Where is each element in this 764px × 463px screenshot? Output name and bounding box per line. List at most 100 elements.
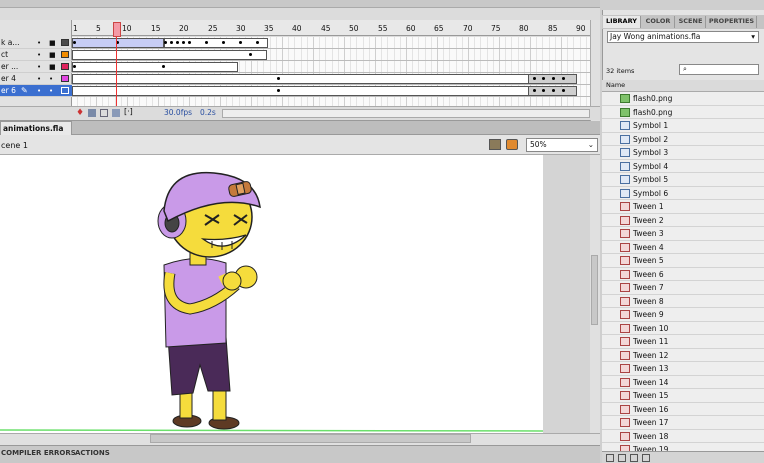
elapsed-time[interactable]: 0.2s <box>200 108 216 117</box>
stage[interactable] <box>0 155 543 433</box>
new-symbol-icon[interactable] <box>606 454 614 462</box>
keyframe[interactable] <box>542 89 545 92</box>
library-item[interactable]: Symbol 5 <box>602 173 764 187</box>
library-item[interactable]: Symbol 6 <box>602 186 764 200</box>
frame-markers-icon[interactable]: [·] <box>124 107 133 116</box>
library-item[interactable]: Tween 6 <box>602 267 764 281</box>
onion-outline-icon[interactable] <box>100 109 108 117</box>
keyframe[interactable] <box>176 41 179 44</box>
keyframe[interactable] <box>552 77 555 80</box>
layer-row[interactable]: ct • ■ <box>0 49 72 61</box>
library-item[interactable]: Tween 2 <box>602 213 764 227</box>
timeline-ruler[interactable]: 1 5 10 15 20 25 30 35 40 45 50 55 60 65 … <box>72 20 590 36</box>
keyframe[interactable] <box>533 77 536 80</box>
center-frame-icon[interactable]: ♦ <box>76 108 84 118</box>
library-item[interactable]: Tween 4 <box>602 240 764 254</box>
edit-symbols-icon[interactable] <box>506 139 518 150</box>
layer-color-swatch[interactable] <box>61 39 69 46</box>
layer-color-swatch[interactable] <box>61 87 69 94</box>
frame-row[interactable] <box>72 49 590 61</box>
library-item[interactable]: flash0.png <box>602 92 764 106</box>
layer-row[interactable]: k a... • ■ <box>0 37 72 49</box>
library-item[interactable]: Tween 11 <box>602 335 764 349</box>
frame-rate[interactable]: 30.0fps <box>164 108 192 117</box>
delete-icon[interactable] <box>642 454 650 462</box>
library-column-header[interactable]: Name <box>602 80 764 92</box>
tab-properties[interactable]: PROPERTIES <box>707 16 757 28</box>
edit-multiple-frames-icon[interactable] <box>112 109 120 117</box>
library-item[interactable]: Tween 13 <box>602 362 764 376</box>
edit-scene-icon[interactable] <box>489 139 501 150</box>
layer-row[interactable]: er ... • ■ <box>0 61 72 73</box>
keyframe[interactable] <box>162 65 165 68</box>
keyframe[interactable] <box>182 41 185 44</box>
actions-tab[interactable]: ACTIONS <box>75 446 110 461</box>
layer-color-swatch[interactable] <box>61 51 69 58</box>
frame-grid[interactable] <box>72 37 590 106</box>
keyframe[interactable] <box>73 41 76 44</box>
keyframe[interactable] <box>533 89 536 92</box>
library-item[interactable]: Symbol 4 <box>602 159 764 173</box>
frame-row[interactable] <box>72 61 590 73</box>
library-item[interactable]: Tween 16 <box>602 402 764 416</box>
frame-row[interactable] <box>72 85 590 97</box>
keyframe[interactable] <box>256 41 259 44</box>
stage-hscroll-thumb[interactable] <box>150 434 471 443</box>
playhead[interactable] <box>113 20 121 110</box>
compiler-errors-tab[interactable]: COMPILER ERRORS <box>1 446 76 461</box>
frame-span[interactable] <box>164 38 268 48</box>
frame-span[interactable] <box>72 62 238 72</box>
character-illustration[interactable] <box>0 155 543 433</box>
keyframe[interactable] <box>562 89 565 92</box>
layer-row[interactable]: er 4 • • <box>0 73 72 85</box>
library-item[interactable]: Symbol 2 <box>602 132 764 146</box>
library-item[interactable]: flash0.png <box>602 105 764 119</box>
keyframe[interactable] <box>73 65 76 68</box>
keyframe[interactable] <box>170 41 173 44</box>
keyframe[interactable] <box>249 53 252 56</box>
library-item[interactable]: Symbol 1 <box>602 119 764 133</box>
frame-span[interactable] <box>72 74 577 84</box>
library-item[interactable]: Symbol 3 <box>602 146 764 160</box>
library-item[interactable]: Tween 9 <box>602 308 764 322</box>
library-item[interactable]: Tween 14 <box>602 375 764 389</box>
library-item[interactable]: Tween 17 <box>602 416 764 430</box>
keyframe[interactable] <box>188 41 191 44</box>
frame-span[interactable] <box>72 86 577 96</box>
library-item[interactable]: Tween 12 <box>602 348 764 362</box>
onion-skin-icon[interactable] <box>88 109 96 117</box>
library-item[interactable]: Tween 15 <box>602 389 764 403</box>
document-tab[interactable]: animations.fla × <box>0 121 72 146</box>
keyframe[interactable] <box>164 41 167 44</box>
keyframe[interactable] <box>542 77 545 80</box>
keyframe[interactable] <box>562 77 565 80</box>
properties-icon[interactable] <box>630 454 638 462</box>
library-search-input[interactable]: ⌕ <box>679 64 759 75</box>
new-folder-icon[interactable] <box>618 454 626 462</box>
frame-span[interactable] <box>72 50 267 60</box>
layer-color-swatch[interactable] <box>61 63 69 70</box>
scene-label[interactable]: cene 1 <box>1 141 28 150</box>
timeline-hscroll[interactable] <box>222 109 590 118</box>
keyframe[interactable] <box>277 89 280 92</box>
layer-color-swatch[interactable] <box>61 75 69 82</box>
library-item[interactable]: Tween 8 <box>602 294 764 308</box>
tab-library[interactable]: LIBRARY <box>603 16 641 28</box>
library-item[interactable]: Tween 3 <box>602 227 764 241</box>
zoom-select[interactable]: 50% ⌄ <box>526 138 598 152</box>
frame-row[interactable] <box>72 73 590 85</box>
library-item[interactable]: Tween 7 <box>602 281 764 295</box>
keyframe[interactable] <box>222 41 225 44</box>
layer-row-selected[interactable]: er 6 ✎ • • <box>0 85 72 97</box>
frame-row[interactable] <box>72 37 590 49</box>
library-item[interactable]: Tween 18 <box>602 429 764 443</box>
keyframe[interactable] <box>552 89 555 92</box>
library-item[interactable]: Tween 5 <box>602 254 764 268</box>
keyframe[interactable] <box>205 41 208 44</box>
keyframe[interactable] <box>277 77 280 80</box>
library-item[interactable]: Tween 1 <box>602 200 764 214</box>
keyframe[interactable] <box>239 41 242 44</box>
tab-color[interactable]: COLOR <box>642 16 675 28</box>
library-item[interactable]: Tween 10 <box>602 321 764 335</box>
tab-scene[interactable]: SCENE <box>676 16 706 28</box>
